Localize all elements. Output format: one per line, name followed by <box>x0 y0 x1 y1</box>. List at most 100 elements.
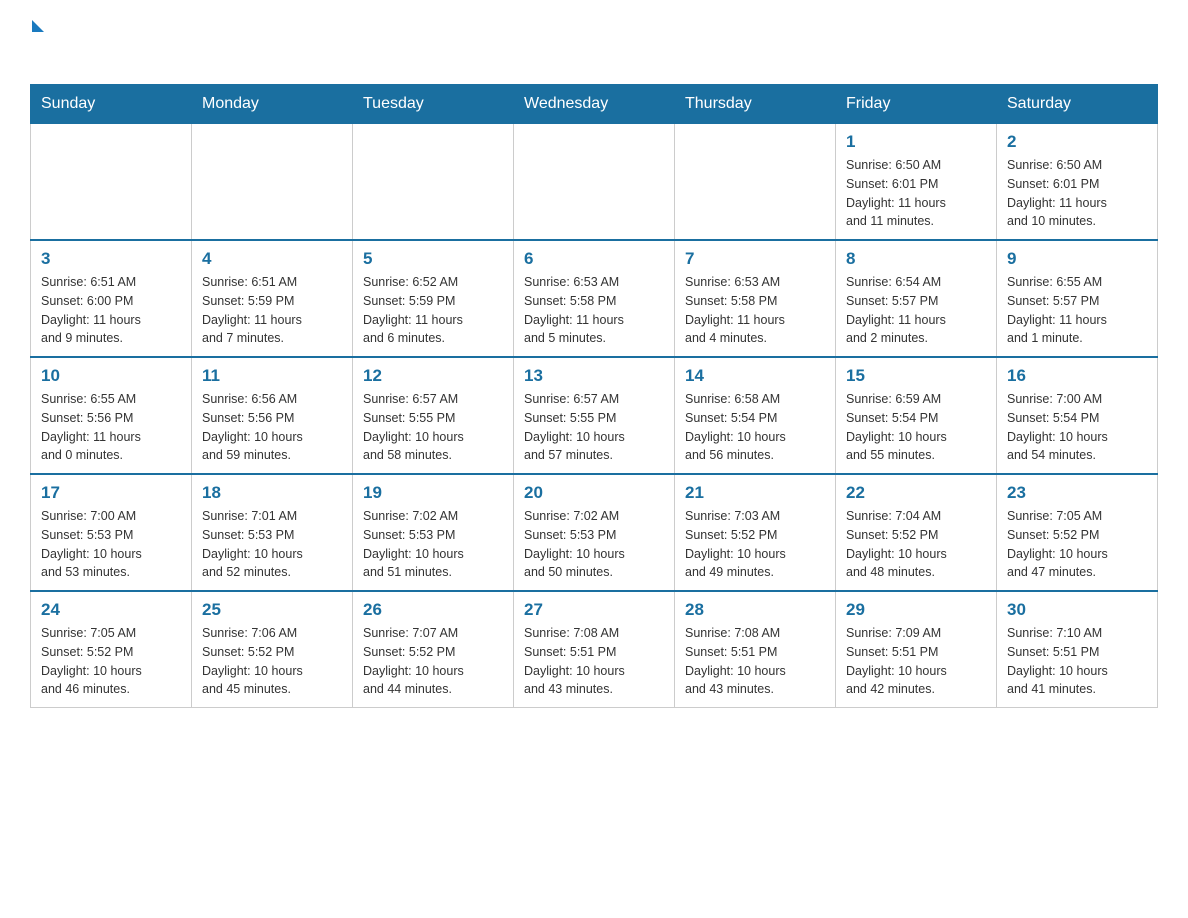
day-number: 30 <box>1007 600 1147 620</box>
calendar-cell: 4 Sunrise: 6:51 AMSunset: 5:59 PMDaylight… <box>192 240 353 357</box>
day-info: Sunrise: 7:00 AMSunset: 5:54 PMDaylight:… <box>1007 390 1147 465</box>
calendar-cell: 18 Sunrise: 7:01 AMSunset: 5:53 PMDayligh… <box>192 474 353 591</box>
day-number: 1 <box>846 132 986 152</box>
day-number: 16 <box>1007 366 1147 386</box>
day-info: Sunrise: 7:09 AMSunset: 5:51 PMDaylight:… <box>846 624 986 699</box>
day-info: Sunrise: 7:05 AMSunset: 5:52 PMDaylight:… <box>1007 507 1147 582</box>
day-info: Sunrise: 6:51 AMSunset: 6:00 PMDaylight:… <box>41 273 181 348</box>
day-number: 23 <box>1007 483 1147 503</box>
calendar-cell: 9 Sunrise: 6:55 AMSunset: 5:57 PMDaylight… <box>997 240 1158 357</box>
day-number: 9 <box>1007 249 1147 269</box>
day-header-tuesday: Tuesday <box>353 85 514 124</box>
calendar-cell: 28Sunrise: 7:08 AMSunset: 5:51 PMDayligh… <box>675 591 836 708</box>
day-header-sunday: Sunday <box>31 85 192 124</box>
day-info: Sunrise: 7:08 AMSunset: 5:51 PMDaylight:… <box>524 624 664 699</box>
day-number: 12 <box>363 366 503 386</box>
day-header-thursday: Thursday <box>675 85 836 124</box>
day-info: Sunrise: 6:55 AMSunset: 5:57 PMDaylight:… <box>1007 273 1147 348</box>
calendar-cell: 3 Sunrise: 6:51 AMSunset: 6:00 PMDaylight… <box>31 240 192 357</box>
day-info: Sunrise: 6:57 AMSunset: 5:55 PMDaylight:… <box>363 390 503 465</box>
day-info: Sunrise: 6:50 AMSunset: 6:01 PMDaylight:… <box>846 156 986 231</box>
calendar-cell: 1 Sunrise: 6:50 AMSunset: 6:01 PMDaylight… <box>836 124 997 241</box>
day-info: Sunrise: 6:52 AMSunset: 5:59 PMDaylight:… <box>363 273 503 348</box>
calendar-cell <box>31 124 192 241</box>
day-info: Sunrise: 7:07 AMSunset: 5:52 PMDaylight:… <box>363 624 503 699</box>
logo-blue-text <box>30 34 32 66</box>
logo-text <box>30 20 44 34</box>
week-row-1: 1 Sunrise: 6:50 AMSunset: 6:01 PMDaylight… <box>31 124 1158 241</box>
day-number: 5 <box>363 249 503 269</box>
day-number: 7 <box>685 249 825 269</box>
calendar-cell: 23 Sunrise: 7:05 AMSunset: 5:52 PMDayligh… <box>997 474 1158 591</box>
week-row-5: 24Sunrise: 7:05 AMSunset: 5:52 PMDayligh… <box>31 591 1158 708</box>
day-header-monday: Monday <box>192 85 353 124</box>
day-header-wednesday: Wednesday <box>514 85 675 124</box>
day-number: 11 <box>202 366 342 386</box>
week-row-2: 3 Sunrise: 6:51 AMSunset: 6:00 PMDaylight… <box>31 240 1158 357</box>
day-info: Sunrise: 6:55 AMSunset: 5:56 PMDaylight:… <box>41 390 181 465</box>
calendar-cell: 17 Sunrise: 7:00 AMSunset: 5:53 PMDayligh… <box>31 474 192 591</box>
day-info: Sunrise: 7:03 AMSunset: 5:52 PMDaylight:… <box>685 507 825 582</box>
day-info: Sunrise: 7:00 AMSunset: 5:53 PMDaylight:… <box>41 507 181 582</box>
calendar-cell: 6 Sunrise: 6:53 AMSunset: 5:58 PMDaylight… <box>514 240 675 357</box>
day-number: 27 <box>524 600 664 620</box>
day-number: 13 <box>524 366 664 386</box>
calendar-cell: 7Sunrise: 6:53 AMSunset: 5:58 PMDaylight… <box>675 240 836 357</box>
day-number: 17 <box>41 483 181 503</box>
day-info: Sunrise: 7:06 AMSunset: 5:52 PMDaylight:… <box>202 624 342 699</box>
page-header <box>30 20 1158 66</box>
day-number: 2 <box>1007 132 1147 152</box>
calendar-cell: 8 Sunrise: 6:54 AMSunset: 5:57 PMDaylight… <box>836 240 997 357</box>
day-info: Sunrise: 6:53 AMSunset: 5:58 PMDaylight:… <box>524 273 664 348</box>
calendar-cell: 22Sunrise: 7:04 AMSunset: 5:52 PMDayligh… <box>836 474 997 591</box>
day-info: Sunrise: 7:10 AMSunset: 5:51 PMDaylight:… <box>1007 624 1147 699</box>
logo <box>30 20 44 66</box>
day-number: 3 <box>41 249 181 269</box>
calendar-cell <box>353 124 514 241</box>
day-number: 14 <box>685 366 825 386</box>
calendar-cell: 29 Sunrise: 7:09 AMSunset: 5:51 PMDayligh… <box>836 591 997 708</box>
calendar-cell: 21 Sunrise: 7:03 AMSunset: 5:52 PMDayligh… <box>675 474 836 591</box>
day-number: 29 <box>846 600 986 620</box>
calendar-cell <box>675 124 836 241</box>
day-info: Sunrise: 6:54 AMSunset: 5:57 PMDaylight:… <box>846 273 986 348</box>
day-number: 22 <box>846 483 986 503</box>
day-number: 8 <box>846 249 986 269</box>
calendar-cell: 11Sunrise: 6:56 AMSunset: 5:56 PMDayligh… <box>192 357 353 474</box>
day-number: 19 <box>363 483 503 503</box>
day-number: 20 <box>524 483 664 503</box>
calendar-cell: 13 Sunrise: 6:57 AMSunset: 5:55 PMDayligh… <box>514 357 675 474</box>
day-info: Sunrise: 6:58 AMSunset: 5:54 PMDaylight:… <box>685 390 825 465</box>
calendar-table: SundayMondayTuesdayWednesdayThursdayFrid… <box>30 84 1158 708</box>
day-info: Sunrise: 7:02 AMSunset: 5:53 PMDaylight:… <box>363 507 503 582</box>
day-info: Sunrise: 6:51 AMSunset: 5:59 PMDaylight:… <box>202 273 342 348</box>
calendar-cell: 20 Sunrise: 7:02 AMSunset: 5:53 PMDayligh… <box>514 474 675 591</box>
day-info: Sunrise: 7:05 AMSunset: 5:52 PMDaylight:… <box>41 624 181 699</box>
calendar-cell: 24Sunrise: 7:05 AMSunset: 5:52 PMDayligh… <box>31 591 192 708</box>
day-number: 10 <box>41 366 181 386</box>
day-info: Sunrise: 7:01 AMSunset: 5:53 PMDaylight:… <box>202 507 342 582</box>
day-number: 6 <box>524 249 664 269</box>
calendar-body: 1 Sunrise: 6:50 AMSunset: 6:01 PMDaylight… <box>31 124 1158 708</box>
day-number: 21 <box>685 483 825 503</box>
day-info: Sunrise: 6:59 AMSunset: 5:54 PMDaylight:… <box>846 390 986 465</box>
day-number: 4 <box>202 249 342 269</box>
calendar-cell: 5 Sunrise: 6:52 AMSunset: 5:59 PMDaylight… <box>353 240 514 357</box>
day-info: Sunrise: 7:02 AMSunset: 5:53 PMDaylight:… <box>524 507 664 582</box>
calendar-cell: 10 Sunrise: 6:55 AMSunset: 5:56 PMDayligh… <box>31 357 192 474</box>
day-info: Sunrise: 7:08 AMSunset: 5:51 PMDaylight:… <box>685 624 825 699</box>
day-header-friday: Friday <box>836 85 997 124</box>
calendar-cell: 12 Sunrise: 6:57 AMSunset: 5:55 PMDayligh… <box>353 357 514 474</box>
calendar-cell: 25Sunrise: 7:06 AMSunset: 5:52 PMDayligh… <box>192 591 353 708</box>
week-row-4: 17 Sunrise: 7:00 AMSunset: 5:53 PMDayligh… <box>31 474 1158 591</box>
calendar-cell: 27 Sunrise: 7:08 AMSunset: 5:51 PMDayligh… <box>514 591 675 708</box>
day-number: 18 <box>202 483 342 503</box>
day-number: 15 <box>846 366 986 386</box>
week-row-3: 10 Sunrise: 6:55 AMSunset: 5:56 PMDayligh… <box>31 357 1158 474</box>
day-info: Sunrise: 6:57 AMSunset: 5:55 PMDaylight:… <box>524 390 664 465</box>
calendar-cell: 26 Sunrise: 7:07 AMSunset: 5:52 PMDayligh… <box>353 591 514 708</box>
day-number: 26 <box>363 600 503 620</box>
calendar-cell: 14 Sunrise: 6:58 AMSunset: 5:54 PMDayligh… <box>675 357 836 474</box>
days-of-week-row: SundayMondayTuesdayWednesdayThursdayFrid… <box>31 85 1158 124</box>
calendar-header: SundayMondayTuesdayWednesdayThursdayFrid… <box>31 85 1158 124</box>
